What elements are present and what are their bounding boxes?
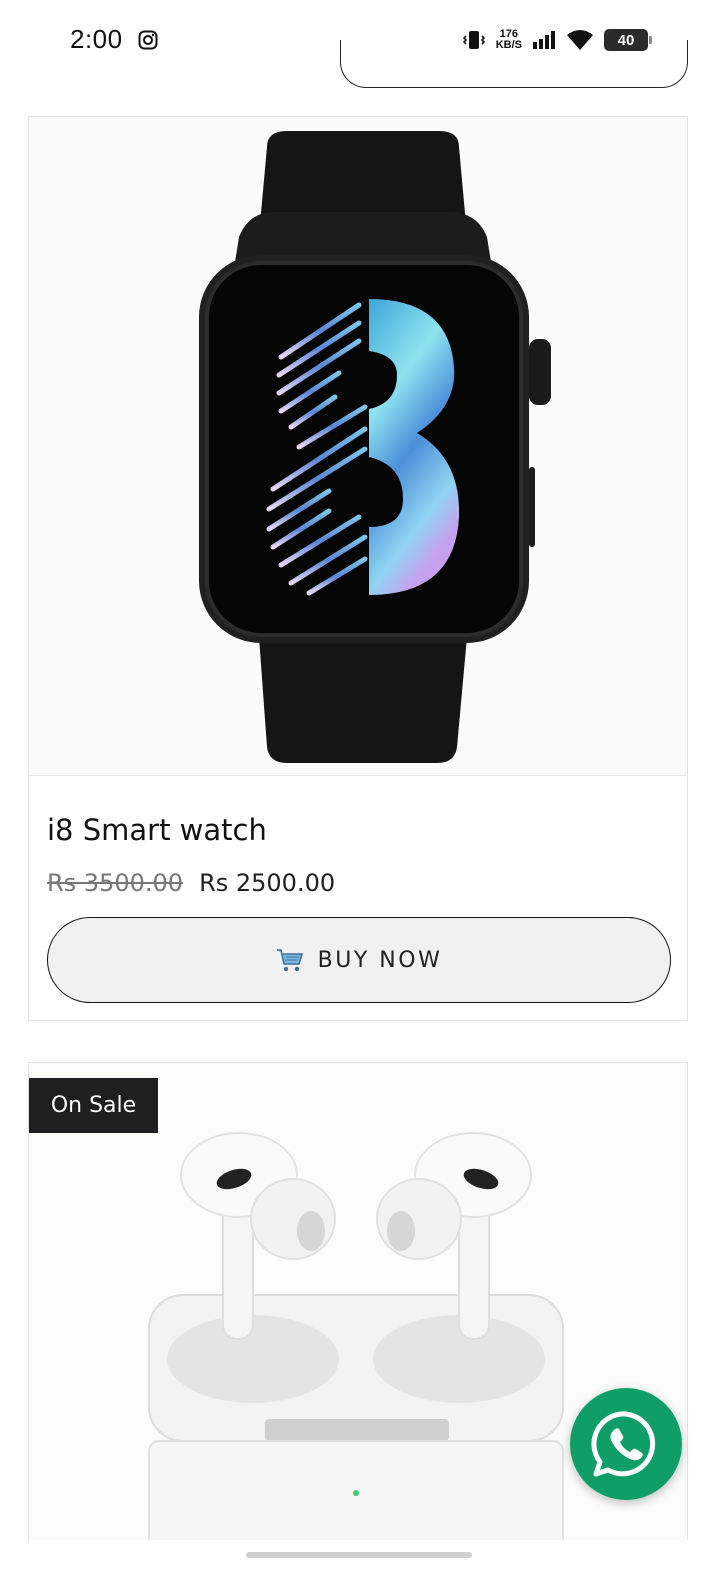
partial-top-button[interactable] bbox=[340, 40, 688, 88]
whatsapp-icon bbox=[591, 1411, 656, 1477]
status-time: 2:00 bbox=[70, 24, 123, 54]
gesture-navigation-bar bbox=[0, 1540, 720, 1576]
sale-price: Rs 2500.00 bbox=[199, 869, 336, 897]
product-image[interactable] bbox=[29, 117, 687, 776]
original-price: Rs 3500.00 bbox=[47, 869, 184, 897]
cart-icon bbox=[276, 949, 303, 972]
product-title[interactable]: i8 Smart watch bbox=[47, 813, 267, 847]
home-gesture-handle[interactable] bbox=[246, 1552, 472, 1558]
price-row: Rs 3500.00 Rs 2500.00 bbox=[47, 869, 335, 897]
buy-now-label: BUY NOW bbox=[317, 947, 443, 973]
smartwatch-image bbox=[199, 131, 551, 763]
product-card[interactable]: i8 Smart watch Rs 3500.00 Rs 2500.00 BUY… bbox=[28, 116, 688, 1021]
whatsapp-button[interactable] bbox=[570, 1388, 682, 1500]
buy-now-button[interactable]: BUY NOW bbox=[47, 917, 671, 1003]
product-card[interactable]: On Sale bbox=[28, 1062, 688, 1576]
on-sale-badge: On Sale bbox=[29, 1078, 158, 1133]
instagram-icon bbox=[138, 30, 158, 50]
